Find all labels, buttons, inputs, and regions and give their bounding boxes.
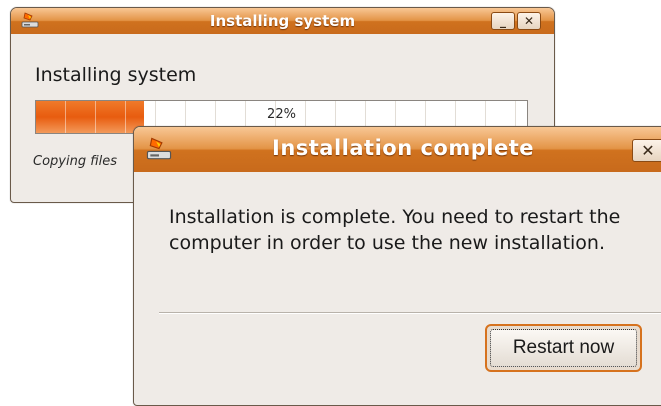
installing-titlebar[interactable]: Installing system _ ✕ (11, 8, 554, 34)
dialog-titlebar[interactable]: Installation complete ✕ (134, 127, 661, 172)
minimize-button[interactable]: _ (491, 12, 515, 30)
installing-heading: Installing system (35, 64, 197, 86)
installation-complete-dialog: Installation complete ✕ Installation is … (133, 126, 661, 406)
installing-window-title: Installing system (209, 12, 356, 30)
restart-now-label: Restart now (490, 329, 637, 367)
install-status-text: Copying files (33, 154, 117, 169)
dialog-title: Installation complete (272, 136, 534, 160)
close-button[interactable]: ✕ (517, 12, 541, 30)
install-progress-label: 22% (267, 107, 296, 122)
dialog-close-button[interactable]: ✕ (632, 139, 661, 162)
dialog-separator (159, 312, 661, 314)
restart-now-button[interactable]: Restart now (485, 324, 642, 372)
dialog-message: Installation is complete. You need to re… (169, 206, 621, 254)
